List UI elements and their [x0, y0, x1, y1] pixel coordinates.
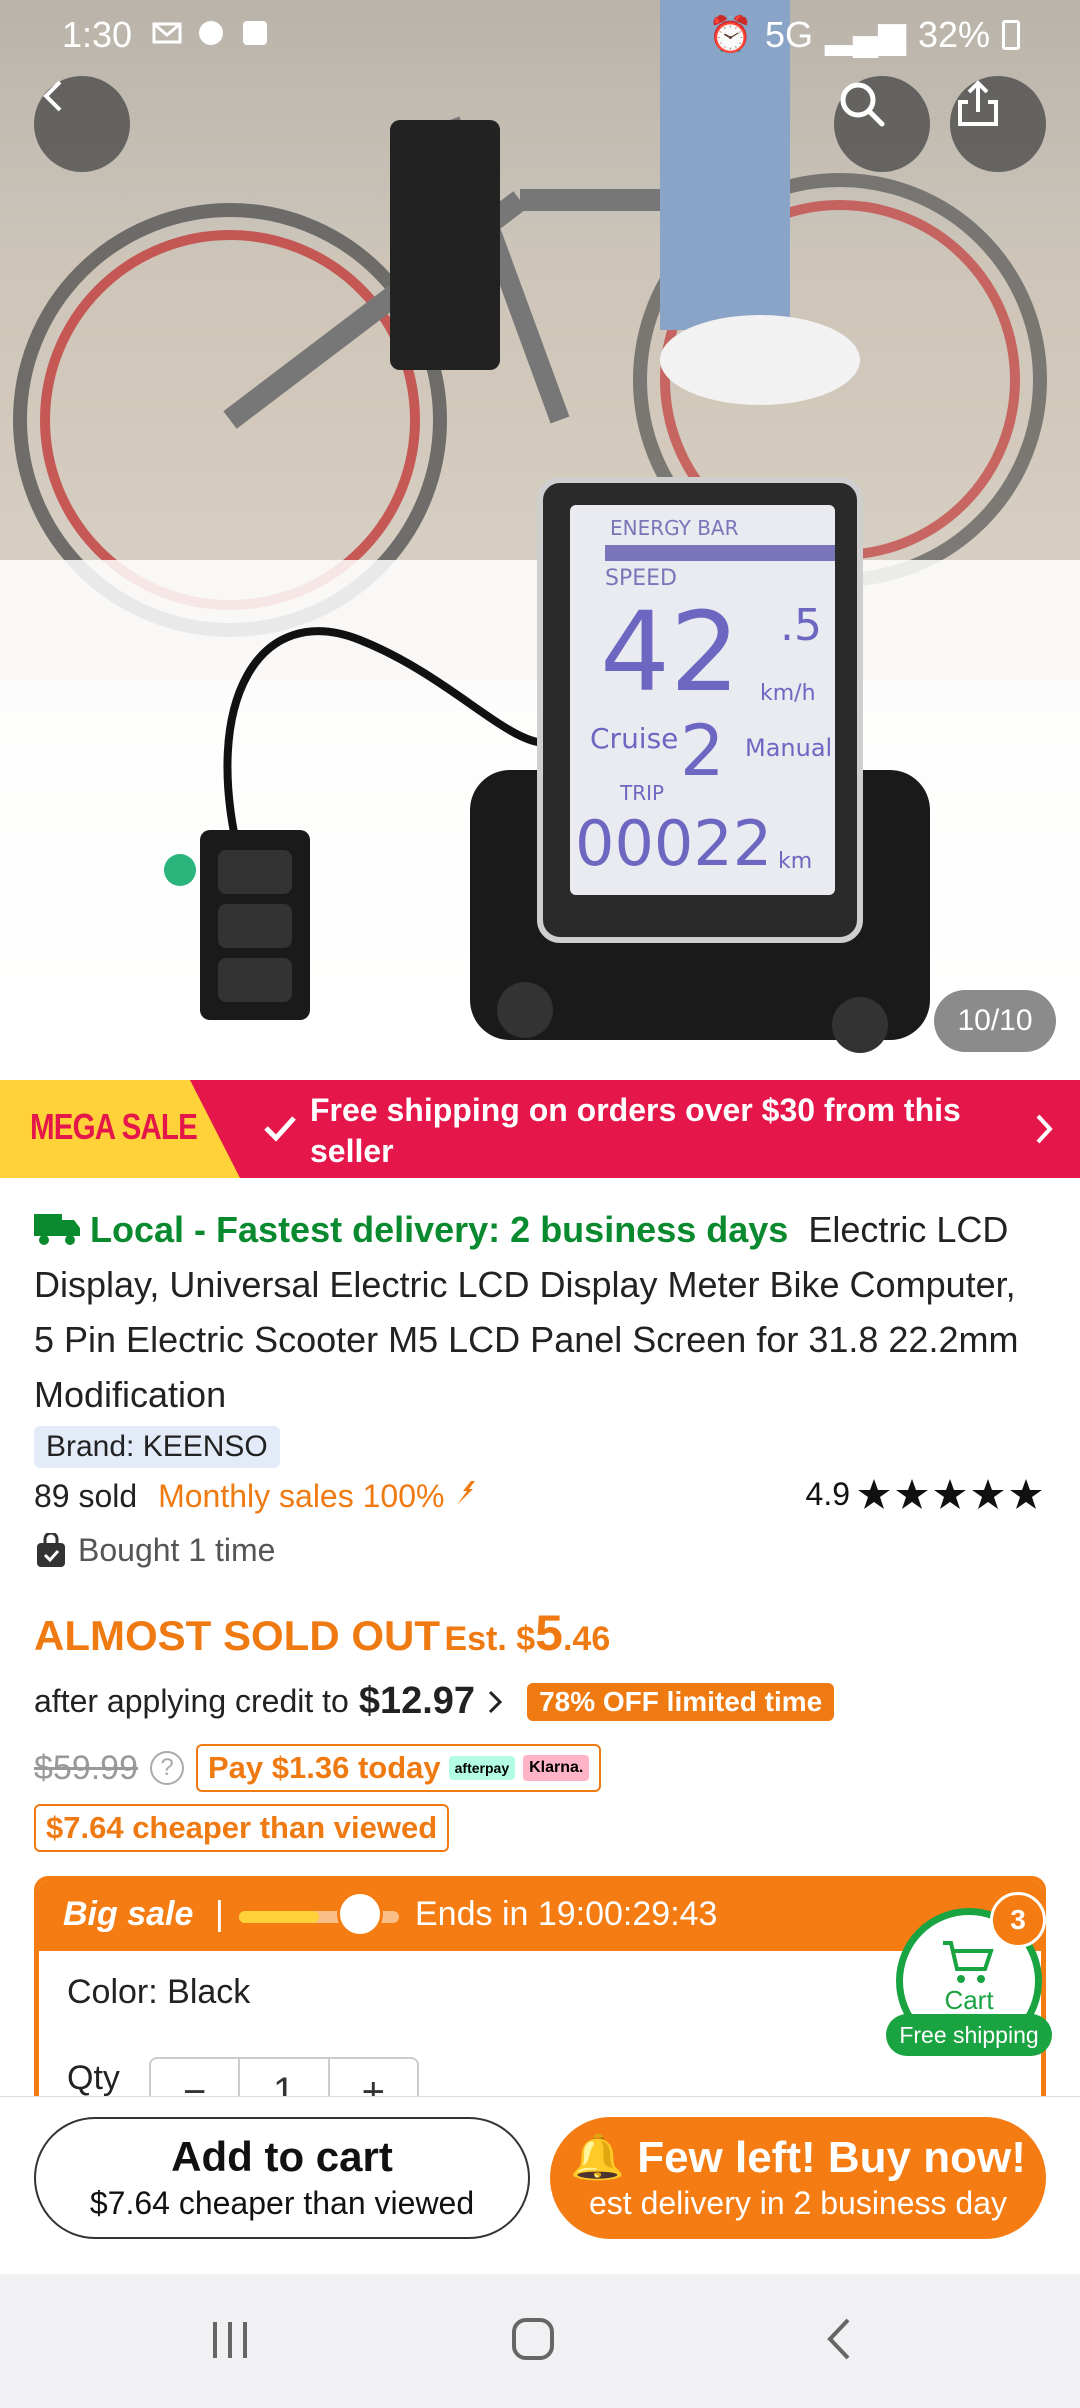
afterpay-logo: afterpay: [448, 1756, 516, 1780]
share-icon: [958, 80, 998, 126]
buy-now-line: 🔔 Few left! Buy now!: [550, 2131, 1046, 2183]
search-icon: [840, 82, 885, 127]
local-delivery-label: Local - Fastest delivery: 2 business day…: [90, 1209, 789, 1250]
cart-count-badge: 3: [990, 1892, 1046, 1948]
svg-text:ENERGY BAR: ENERGY BAR: [610, 516, 739, 540]
klarna-logo: Klarna.: [523, 1755, 590, 1781]
status-time: 1:30: [62, 14, 133, 55]
after-credit-amount: $12.97: [358, 1680, 476, 1722]
image-counter: 10/10: [934, 990, 1056, 1052]
check-icon: [264, 1116, 296, 1142]
buy-now-sub: est delivery in 2 business day: [589, 2185, 1007, 2221]
gallery-icon: [240, 18, 270, 48]
shopping-bag-icon: [37, 1532, 65, 1567]
brand-badge[interactable]: Brand: KEENSO: [34, 1426, 280, 1468]
svg-text:km/h: km/h: [760, 681, 816, 706]
rating-stars-icon: [858, 1478, 1042, 1509]
mega-sale-tag: MEGA SALE: [0, 1080, 240, 1178]
svg-text:42: 42: [600, 588, 740, 716]
bell-icon: 🔔: [570, 2133, 625, 2182]
bought-row: Bought 1 time: [34, 1532, 275, 1569]
add-to-cart-label: Add to cart: [171, 2133, 393, 2180]
status-bar: 1:30 ⏰ 5G ▂▄▆ 32%: [0, 0, 1080, 70]
color-label[interactable]: Color: Black: [67, 1973, 250, 2012]
clock-icon: [337, 1891, 383, 1937]
battery-label: 32%: [917, 14, 990, 55]
big-sale-label: Big sale: [63, 1895, 194, 1933]
sales-row: 89 sold Monthly sales 100%: [34, 1478, 479, 1515]
product-title: Local - Fastest delivery: 2 business day…: [34, 1202, 1044, 1422]
system-nav-bar: [0, 2274, 1080, 2408]
after-credit-label: after applying credit to: [34, 1683, 349, 1719]
almost-sold-out: ALMOST SOLD OUT: [34, 1612, 440, 1659]
svg-text:2: 2: [680, 710, 725, 792]
battery-icon: [1002, 20, 1020, 50]
product-image[interactable]: ENERGY BAR SPEED 42 .5 km/h Cruise 2 Man…: [0, 0, 1080, 1080]
original-price: $59.99: [34, 1748, 138, 1787]
svg-text:Cruise: Cruise: [590, 722, 678, 755]
countdown: Ends in 19:00:29:43: [415, 1895, 718, 1933]
back-nav-icon[interactable]: [820, 2314, 860, 2364]
chevron-right-icon: [489, 1690, 503, 1713]
mega-sale-banner[interactable]: MEGA SALE Free shipping on orders over $…: [0, 1080, 1080, 1178]
product-photo: ENERGY BAR SPEED 42 .5 km/h Cruise 2 Man…: [0, 0, 1080, 1080]
pay-later-badge[interactable]: Pay $1.36 today afterpay Klarna.: [196, 1744, 602, 1792]
mega-sale-tag-text: MEGA SALE: [30, 1106, 198, 1147]
svg-text:.5: .5: [780, 600, 822, 651]
cart-icon: [943, 1941, 994, 1983]
credit-row[interactable]: after applying credit to $12.97 78% OFF …: [34, 1680, 835, 1723]
truck-icon: [34, 1214, 80, 1245]
free-shipping-pill: Free shipping: [886, 2014, 1052, 2056]
chevron-right-icon: [1036, 1114, 1053, 1144]
home-icon[interactable]: [508, 2314, 558, 2364]
back-arrow-icon: [43, 80, 62, 112]
rating[interactable]: 4.9: [806, 1476, 1046, 1513]
svg-text:Manual: Manual: [745, 734, 832, 762]
big-sale-panel: Big sale | Ends in 19:00:29:43 Color: Bl…: [34, 1876, 1046, 2106]
price-row: $59.99 ? Pay $1.36 today afterpay Klarna…: [34, 1744, 602, 1792]
rating-value: 4.9: [805, 1476, 850, 1512]
cart-label: Cart: [944, 1985, 994, 2015]
svg-text:km: km: [778, 849, 812, 874]
est-label: Est. $: [444, 1620, 536, 1658]
add-to-cart-sub: $7.64 cheaper than viewed: [89, 2185, 475, 2221]
bought-text: Bought 1 time: [78, 1532, 276, 1568]
mega-sale-message: Free shipping on orders over $30 from th…: [310, 1092, 961, 1169]
add-to-cart-button[interactable]: Add to cart $7.64 cheaper than viewed: [34, 2117, 530, 2239]
game-icon: [196, 18, 226, 48]
recent-apps-icon[interactable]: [205, 2314, 255, 2364]
trend-up-icon: [457, 1481, 476, 1505]
est-cents: .46: [562, 1620, 611, 1658]
off-badge: 78% OFF limited time: [527, 1682, 835, 1721]
network-label: 5G: [765, 14, 814, 55]
svg-text:TRIP: TRIP: [619, 781, 664, 805]
buy-now-button[interactable]: 🔔 Few left! Buy now! est delivery in 2 b…: [550, 2117, 1046, 2239]
big-sale-bar: Big sale | Ends in 19:00:29:43: [39, 1881, 1041, 1951]
signal-icon: ▂▄▆: [825, 14, 906, 55]
pay-today-text: Pay $1.36 today: [208, 1750, 441, 1785]
gmail-icon: [152, 18, 182, 48]
svg-text:00022: 00022: [575, 807, 772, 880]
cheaper-badge: $7.64 cheaper than viewed: [34, 1804, 450, 1852]
big-sale-progress-fill: [239, 1911, 319, 1923]
bottom-action-bar: Add to cart $7.64 cheaper than viewed 🔔 …: [0, 2096, 1080, 2274]
back-button[interactable]: [34, 76, 130, 172]
alarm-icon: ⏰: [708, 14, 754, 55]
search-button[interactable]: [834, 76, 930, 172]
help-icon[interactable]: ?: [150, 1751, 184, 1785]
monthly-sales: Monthly sales 100%: [158, 1478, 445, 1514]
price-estimate: ALMOST SOLD OUT Est. $5.46: [34, 1604, 610, 1662]
big-sale-separator: |: [215, 1895, 224, 1933]
est-whole: 5: [535, 1605, 563, 1661]
big-sale-progress: [239, 1891, 399, 1937]
buy-now-label: Few left! Buy now!: [637, 2133, 1026, 2182]
share-button[interactable]: [950, 76, 1046, 172]
sold-count: 89 sold: [34, 1478, 138, 1514]
qty-label: Qty: [67, 2059, 120, 2097]
